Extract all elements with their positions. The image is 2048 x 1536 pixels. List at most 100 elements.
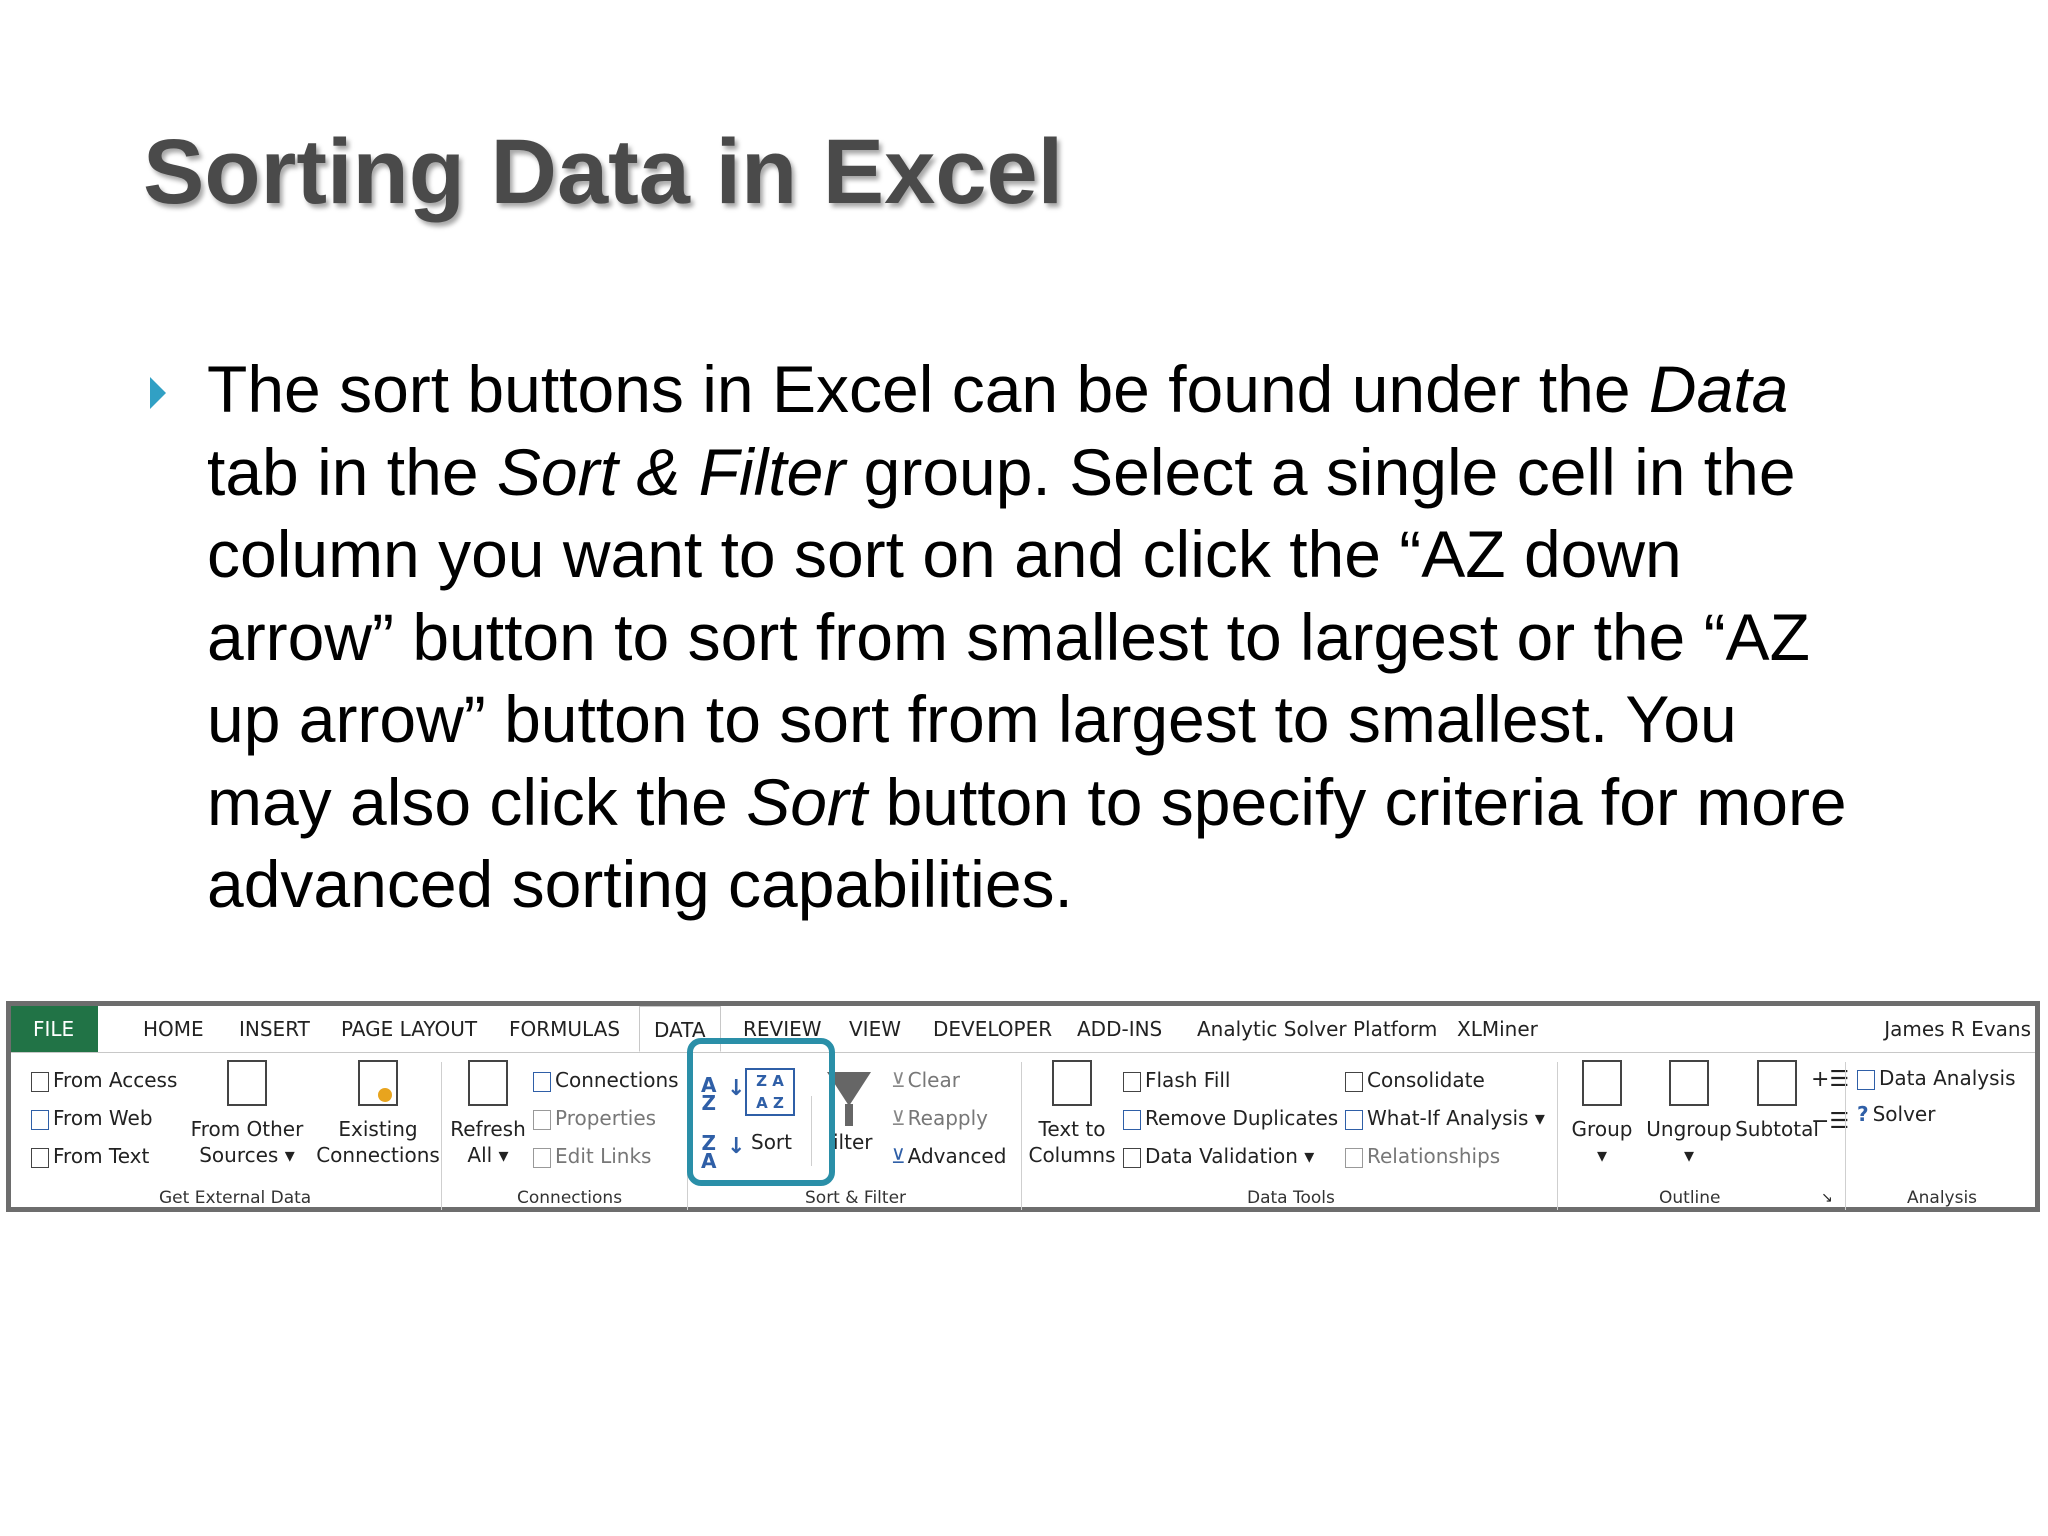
- from-web-label: From Web: [53, 1106, 153, 1130]
- body-text-segment: button to specify criteria for more: [867, 764, 1847, 839]
- flash-fill-button[interactable]: Flash Fill: [1123, 1068, 1231, 1092]
- group-label-outline: Outline: [1659, 1188, 1721, 1208]
- connections-icon: [533, 1071, 551, 1092]
- body-text-segment: The sort buttons in Excel can be found u…: [207, 352, 1649, 426]
- group-label-connections: Connections: [517, 1188, 623, 1208]
- consolidate-icon: [1345, 1071, 1363, 1092]
- clear-button[interactable]: ⊻ Clear: [891, 1068, 960, 1092]
- tab-home[interactable]: HOME: [143, 1006, 204, 1052]
- body-line: up arrow” button to sort from largest to…: [207, 678, 1937, 761]
- clear-filter-icon: ⊻: [891, 1068, 906, 1092]
- sort-buttons-highlight: [687, 1038, 835, 1186]
- refresh-icon: [468, 1060, 508, 1106]
- user-name[interactable]: James R Evans: [1884, 1006, 2031, 1052]
- clear-label: Clear: [907, 1068, 960, 1092]
- text-to-columns-button[interactable]: Text to Columns: [1027, 1060, 1117, 1168]
- data-analysis-button[interactable]: Data Analysis: [1857, 1066, 2016, 1090]
- data-analysis-icon: [1857, 1069, 1875, 1090]
- what-if-label: What-If Analysis ▾: [1367, 1106, 1545, 1130]
- body-text-segment: group. Select a single cell in the: [845, 434, 1796, 509]
- existing-connections-button[interactable]: Existing Connections: [313, 1060, 443, 1168]
- refresh-all-button[interactable]: Refresh All ▾: [447, 1060, 529, 1168]
- edit-links-button[interactable]: Edit Links: [533, 1144, 651, 1168]
- group-divider: [441, 1062, 442, 1210]
- from-web-button[interactable]: From Web: [31, 1106, 153, 1130]
- tab-insert[interactable]: INSERT: [239, 1006, 310, 1052]
- tab-xlminer[interactable]: XLMiner: [1457, 1006, 1538, 1052]
- body-line: arrow” button to sort from smallest to l…: [207, 596, 1937, 679]
- advanced-filter-icon: ⊻: [891, 1144, 906, 1168]
- show-detail-icon[interactable]: +☰: [1811, 1068, 1849, 1092]
- text-to-columns-icon: [1052, 1060, 1092, 1106]
- database-icon: [378, 1088, 392, 1102]
- from-access-button[interactable]: From Access: [31, 1068, 177, 1092]
- advanced-button[interactable]: ⊻ Advanced: [891, 1144, 1006, 1168]
- group-label: Group: [1571, 1117, 1633, 1141]
- remove-duplicates-button[interactable]: Remove Duplicates: [1123, 1106, 1338, 1130]
- group-button[interactable]: Group ▾: [1565, 1060, 1639, 1168]
- what-if-analysis-button[interactable]: What-If Analysis ▾: [1345, 1106, 1545, 1130]
- group-icon: [1582, 1060, 1622, 1106]
- reapply-icon: ⊻: [891, 1106, 906, 1130]
- body-line: column you want to sort on and click the…: [207, 513, 1937, 596]
- connections-button[interactable]: Connections: [533, 1068, 679, 1092]
- filter-button[interactable]: ilter: [833, 1130, 872, 1154]
- tab-developer[interactable]: DEVELOPER: [933, 1006, 1052, 1052]
- refresh-label-2: All ▾: [467, 1143, 509, 1167]
- other-sources-icon: [227, 1060, 267, 1106]
- existing-connections-icon: [358, 1060, 398, 1106]
- body-text-emphasis: Sort & Filter: [496, 434, 846, 509]
- ungroup-label: Ungroup: [1646, 1117, 1732, 1141]
- reapply-label: Reapply: [907, 1106, 988, 1130]
- body-line: The sort buttons in Excel can be found u…: [207, 348, 1937, 431]
- connections-label: Connections: [555, 1068, 679, 1092]
- group-divider: [1557, 1062, 1558, 1210]
- ungroup-icon: [1669, 1060, 1709, 1106]
- text-to-label-2: Columns: [1028, 1143, 1116, 1167]
- from-other-sources-button[interactable]: From Other Sources ▾: [187, 1060, 307, 1168]
- solver-icon: ?: [1857, 1102, 1869, 1126]
- filter-funnel-stem-icon: [845, 1104, 853, 1126]
- what-if-icon: [1345, 1109, 1363, 1130]
- dialog-launcher-icon[interactable]: ↘: [1821, 1186, 1833, 1210]
- relationships-label: Relationships: [1367, 1144, 1501, 1168]
- edit-links-icon: [533, 1147, 551, 1168]
- body-text-emphasis: Data: [1648, 352, 1789, 426]
- tab-page-layout[interactable]: PAGE LAYOUT: [341, 1006, 477, 1052]
- ungroup-button[interactable]: Ungroup ▾: [1639, 1060, 1739, 1168]
- solver-button[interactable]: ? Solver: [1857, 1102, 1935, 1126]
- body-text-segment: arrow” button to sort from smallest to l…: [207, 599, 1810, 674]
- data-analysis-label: Data Analysis: [1879, 1066, 2016, 1090]
- group-label-analysis: Analysis: [1907, 1188, 1978, 1208]
- group-divider: [1845, 1062, 1846, 1210]
- reapply-button[interactable]: ⊻ Reapply: [891, 1106, 988, 1130]
- data-validation-label: Data Validation ▾: [1145, 1144, 1315, 1168]
- text-to-label-1: Text to: [1038, 1117, 1106, 1141]
- ribbon-tab-bar: FILE HOME INSERT PAGE LAYOUT FORMULAS DA…: [11, 1006, 2035, 1053]
- slide-body-text: The sort buttons in Excel can be found u…: [207, 348, 1937, 926]
- body-text-segment: column you want to sort on and click the…: [207, 517, 1682, 591]
- relationships-button[interactable]: Relationships: [1345, 1144, 1500, 1168]
- edit-links-label: Edit Links: [555, 1144, 652, 1168]
- group-label-data-tools: Data Tools: [1247, 1188, 1335, 1208]
- from-other-label-2: Sources ▾: [199, 1143, 295, 1167]
- data-validation-button[interactable]: Data Validation ▾: [1123, 1144, 1314, 1168]
- properties-label: Properties: [555, 1106, 657, 1130]
- dropdown-arrow-icon: ▾: [1596, 1143, 1608, 1167]
- tab-view[interactable]: VIEW: [849, 1006, 901, 1052]
- tab-add-ins[interactable]: ADD-INS: [1077, 1006, 1162, 1052]
- tab-formulas[interactable]: FORMULAS: [509, 1006, 620, 1052]
- slide-title: Sorting Data in Excel: [143, 121, 1064, 223]
- tab-file[interactable]: FILE: [11, 1006, 99, 1052]
- properties-button[interactable]: Properties: [533, 1106, 656, 1130]
- hide-detail-icon[interactable]: −☰: [1811, 1110, 1849, 1134]
- access-icon: [31, 1071, 49, 1092]
- web-icon: [31, 1109, 49, 1130]
- body-text-segment: tab in the: [207, 434, 497, 509]
- body-line: tab in the Sort & Filter group. Select a…: [207, 431, 1937, 514]
- consolidate-button[interactable]: Consolidate: [1345, 1068, 1485, 1092]
- tab-analytic-solver-platform[interactable]: Analytic Solver Platform: [1197, 1006, 1437, 1052]
- body-line: may also click the Sort button to specif…: [207, 761, 1937, 844]
- data-validation-icon: [1123, 1147, 1141, 1168]
- from-text-button[interactable]: From Text: [31, 1144, 149, 1168]
